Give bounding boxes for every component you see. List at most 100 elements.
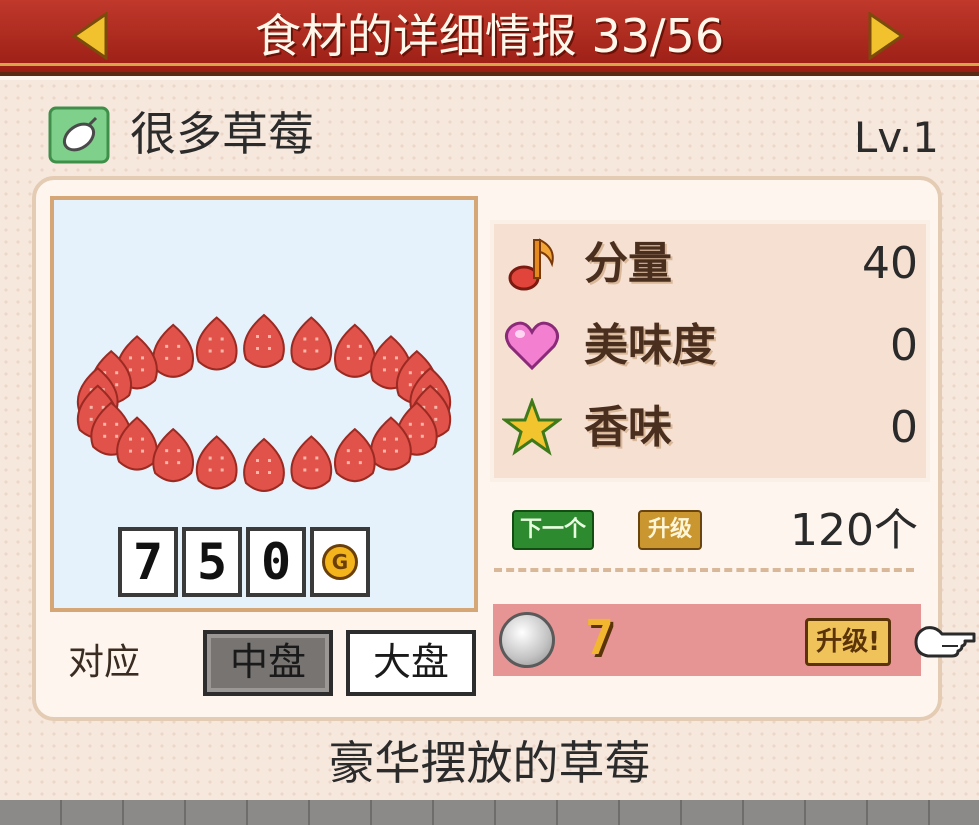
strawberry-seed xyxy=(268,459,271,462)
strawberry-seed xyxy=(129,437,133,441)
strawberry-seed xyxy=(89,417,93,421)
strawberry-seed xyxy=(315,349,319,353)
strawberry-ring-image xyxy=(76,313,452,492)
strawberry-seed xyxy=(141,368,145,372)
header-bar: 食材的详细情报 33/56 xyxy=(0,0,979,76)
strawberry-seed xyxy=(115,434,119,438)
gold-coin-icon: G xyxy=(310,527,370,597)
price-digit: 0 xyxy=(246,527,306,597)
music-note-icon xyxy=(508,238,554,291)
strawberry-seed xyxy=(141,437,145,441)
stat-value: 0 xyxy=(890,320,918,371)
strawberry-seed xyxy=(420,434,424,438)
upgrade-button[interactable]: 升级! xyxy=(805,618,891,666)
strawberry-seed xyxy=(103,422,107,426)
price-display: 7 5 0 G xyxy=(118,527,370,601)
strawberry-seed xyxy=(177,461,181,465)
strawberry-seed xyxy=(394,449,398,453)
strawberry-seed xyxy=(434,405,438,409)
upgrade-bar[interactable]: 7 升级! xyxy=(493,604,921,676)
strawberry xyxy=(243,313,285,368)
strawberry-seed xyxy=(165,344,169,348)
strawberry-seed xyxy=(177,356,181,360)
strawberry-seed xyxy=(165,449,169,453)
strawberry-seed xyxy=(141,449,145,453)
strawberry xyxy=(333,323,376,378)
stat-row-taste: 美味度 0 xyxy=(502,310,922,388)
stat-value: 40 xyxy=(862,238,918,289)
strawberry xyxy=(152,323,195,378)
next-upgrade-count: 120个 xyxy=(790,505,918,556)
strawberry-seed xyxy=(358,356,362,360)
strawberry-seed xyxy=(256,347,259,350)
strawberry-seed xyxy=(303,456,307,460)
strawberry-seed xyxy=(208,349,212,353)
strawberry-seed xyxy=(315,456,319,460)
pointing-hand-icon xyxy=(914,626,976,658)
item-level: Lv.1 xyxy=(853,113,939,162)
strawberry-seed xyxy=(303,349,307,353)
stat-label: 香味 xyxy=(584,402,672,453)
page-title: 食材的详细情报 33/56 xyxy=(254,9,725,63)
strawberry-seed xyxy=(303,337,307,341)
strawberry-seed xyxy=(115,422,119,426)
strawberry-seed xyxy=(394,437,398,441)
triangle-right-icon[interactable] xyxy=(866,12,906,60)
strawberry-seed xyxy=(115,383,119,387)
strawberry-seed xyxy=(346,461,350,465)
stat-label: 分量 xyxy=(584,238,672,289)
strawberry-seed xyxy=(89,405,93,409)
strawberry-seed xyxy=(268,471,271,474)
strawberry-seed xyxy=(220,456,224,460)
strawberry-seed xyxy=(394,368,398,372)
strawberry-seed xyxy=(346,344,350,348)
plate-large-button[interactable]: 大盘 xyxy=(346,630,476,696)
price-digit: 5 xyxy=(182,527,242,597)
divider xyxy=(494,568,914,572)
strawberry-seed xyxy=(358,449,362,453)
plate-medium-button[interactable]: 中盘 xyxy=(203,630,333,696)
strawberry-seed xyxy=(408,434,412,438)
strawberry xyxy=(195,316,238,371)
strawberry-seed xyxy=(382,437,386,441)
bottom-floor-strip xyxy=(0,800,979,825)
strawberry-seed xyxy=(129,449,133,453)
strawberry-seed xyxy=(256,459,259,462)
strawberry-seed xyxy=(220,337,224,341)
strawberry-seed xyxy=(434,417,438,421)
strawberry xyxy=(333,427,376,483)
strawberry-seed xyxy=(129,368,133,372)
strawberry xyxy=(243,437,285,492)
strawberry-seed xyxy=(220,349,224,353)
upgrade-cost: 7 xyxy=(585,610,614,666)
strawberry-seed xyxy=(346,449,350,453)
strawberry-seed xyxy=(129,356,133,360)
strawberry-seed xyxy=(382,368,386,372)
stat-row-aroma: 香味 0 xyxy=(502,392,922,470)
ingredient-category-icon xyxy=(48,106,110,164)
strawberry-seed xyxy=(268,335,271,338)
price-digit: 7 xyxy=(118,527,178,597)
strawberry-seed xyxy=(408,371,412,375)
strawberry-seed xyxy=(382,356,386,360)
star-icon xyxy=(502,398,562,456)
strawberry-seed xyxy=(141,356,145,360)
strawberry-seed xyxy=(177,449,181,453)
strawberry-seed xyxy=(208,456,212,460)
strawberry xyxy=(290,316,333,371)
strawberry-seed xyxy=(268,347,271,350)
strawberry-seed xyxy=(315,468,319,472)
item-description: 豪华摆放的草莓 xyxy=(328,736,651,790)
heart-icon xyxy=(505,321,559,371)
strawberry xyxy=(152,427,195,483)
strawberry-seed xyxy=(220,468,224,472)
strawberry xyxy=(290,435,333,490)
stat-label: 美味度 xyxy=(584,320,716,371)
silver-coin-icon xyxy=(499,612,555,668)
strawberry-seed xyxy=(256,335,259,338)
strawberry-seed xyxy=(115,371,119,375)
strawberry-seed xyxy=(303,468,307,472)
strawberry-seed xyxy=(208,468,212,472)
stat-row-volume: 分量 40 xyxy=(502,228,922,306)
strawberry-seed xyxy=(165,461,169,465)
